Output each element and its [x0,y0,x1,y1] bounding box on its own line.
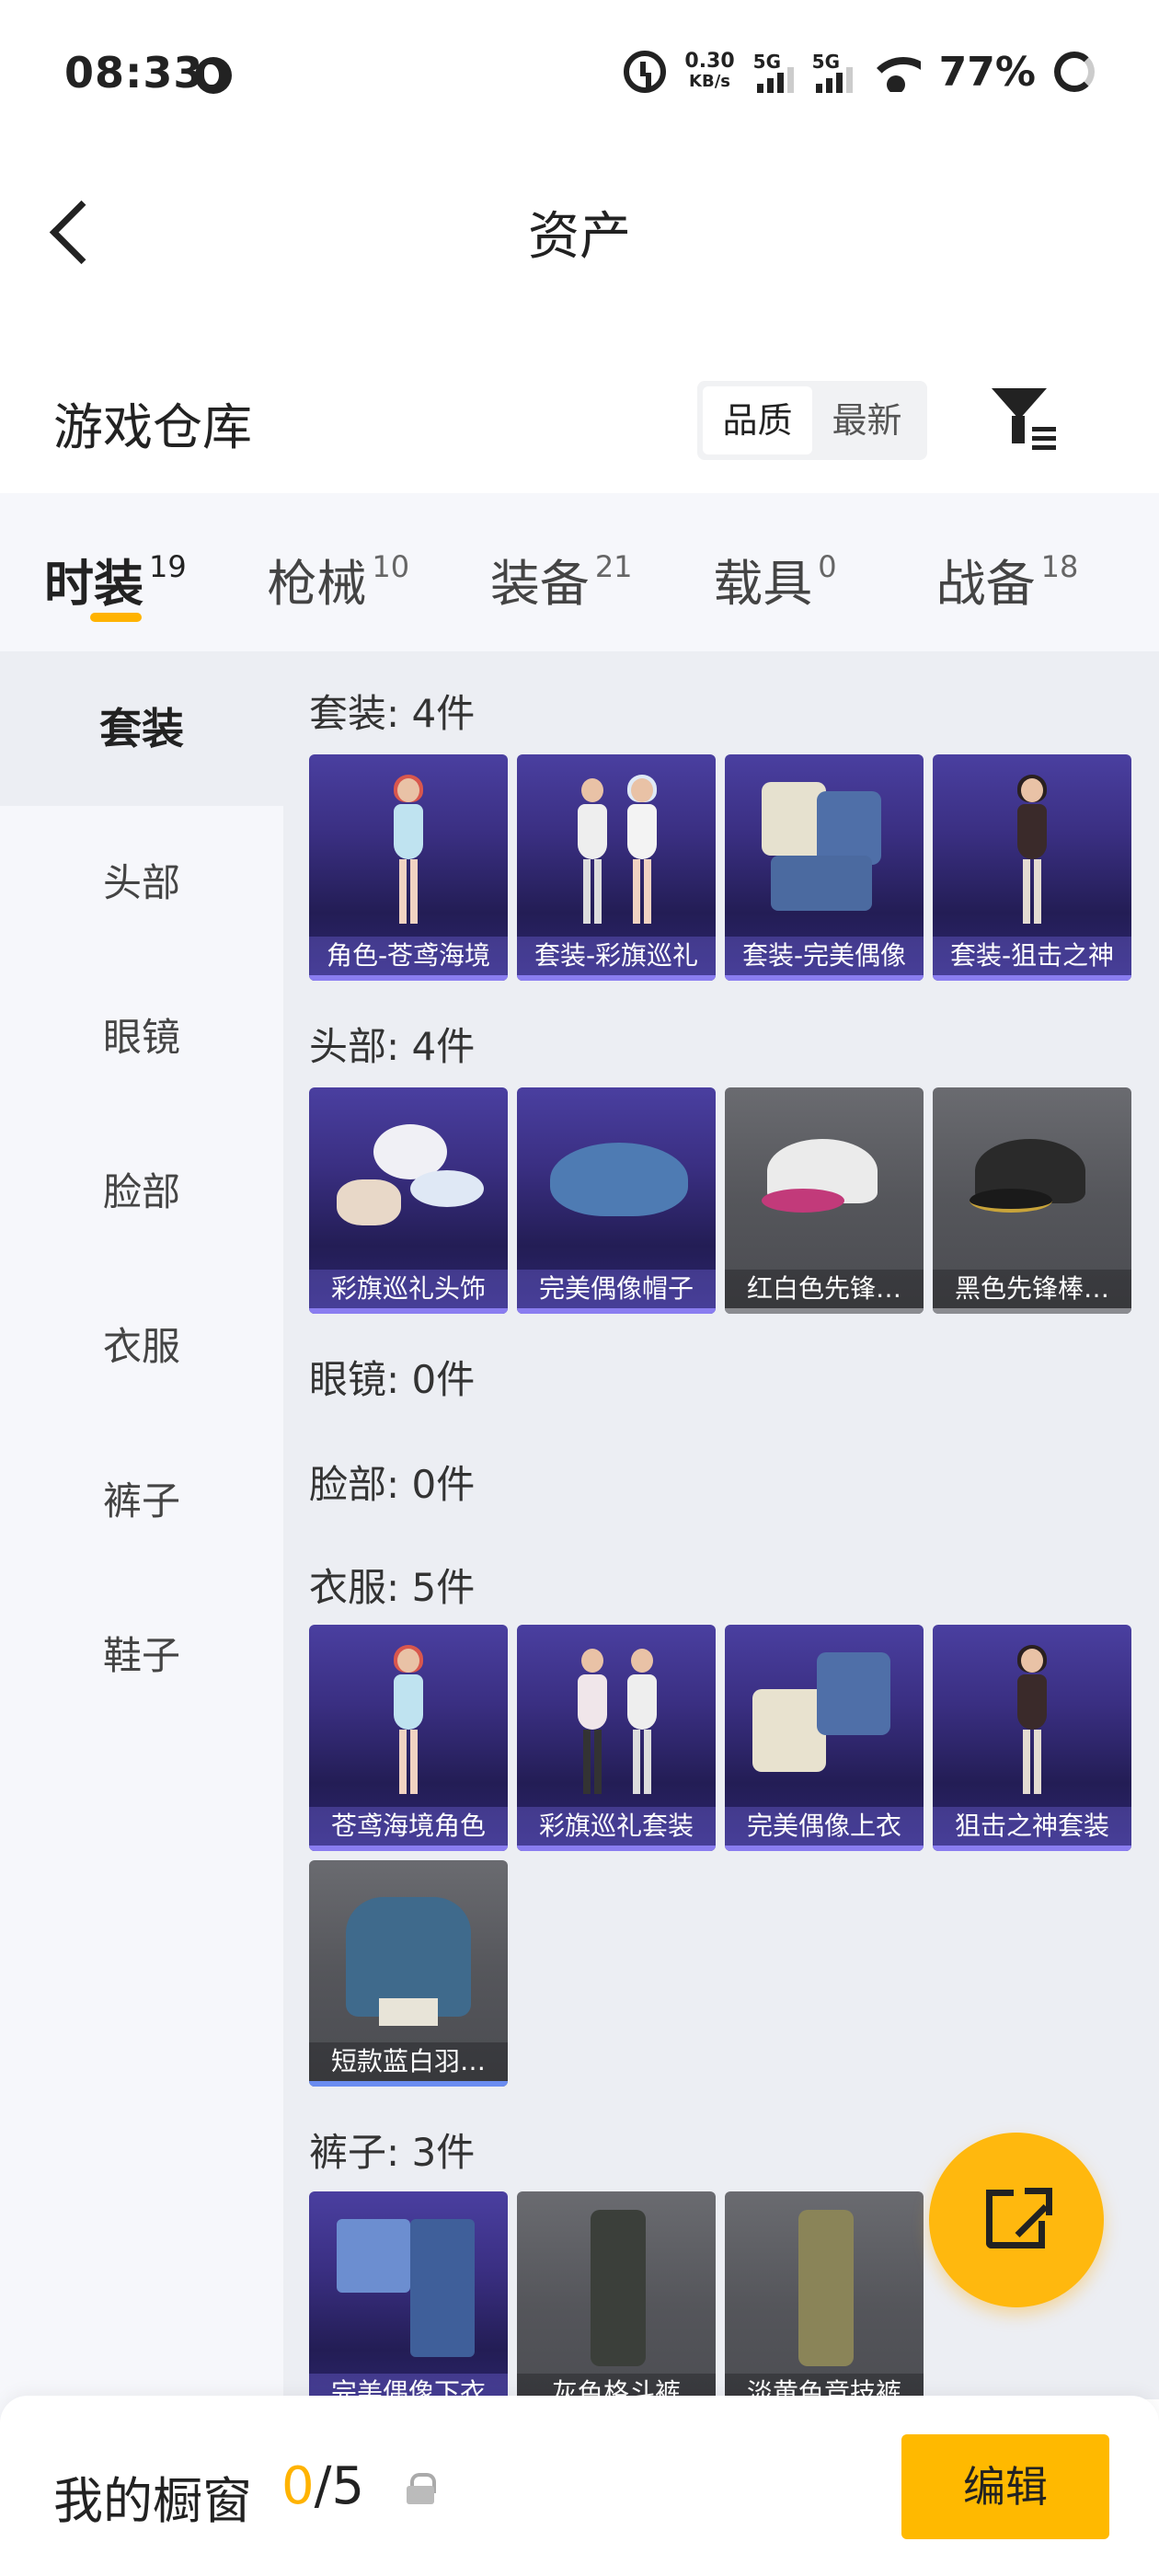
tab-fashion[interactable]: 时装 19 [44,493,267,651]
filter-icon[interactable] [990,385,1056,453]
item-card[interactable]: 短款蓝白羽… [309,1860,508,2087]
clothes-grid-row2: 短款蓝白羽… [309,1860,508,2087]
tab-underline [90,613,142,622]
signal-icon: 5G [753,51,794,93]
net-speed: 0.30 KB/s [684,50,735,92]
status-bar: 08:33 0.30 KB/s 5G 5G 77% [0,0,1159,147]
sort-newest-button[interactable]: 最新 [812,386,922,454]
globe-icon [195,57,232,94]
sort-toggle: 品质 最新 [697,381,927,460]
showcase-title: 我的橱窗 [53,2472,252,2530]
page-title: 资产 [528,207,631,267]
item-card[interactable]: 苍鸢海境角色 [309,1625,508,1851]
item-card[interactable]: 完美偶像帽子 [517,1087,716,1314]
item-card[interactable]: 淡黄色竞技裤 [725,2191,924,2399]
sort-quality-button[interactable]: 品质 [703,386,812,454]
pants-grid: 完美偶像下衣 灰色格斗裤 淡黄色竞技裤 [309,2191,924,2399]
tab-weapons[interactable]: 枪械 10 [267,493,489,651]
export-button[interactable] [929,2133,1104,2307]
side-nav: 套装 头部 眼镜 脸部 衣服 裤子 鞋子 [0,651,283,2576]
status-icons: 0.30 KB/s 5G 5G 77% [624,44,1095,99]
warehouse-title: 游戏仓库 [53,398,252,456]
alarm-icon [624,51,667,93]
section-title-clothes: 衣服: 5件 [309,1565,476,1610]
lock-icon [407,2473,436,2504]
item-card[interactable]: 套装-彩旗巡礼 [517,754,716,981]
section-title-head: 头部: 4件 [309,1024,476,1069]
item-card[interactable]: 灰色格斗裤 [517,2191,716,2399]
status-time: 08:33 [64,48,204,98]
side-item-glasses[interactable]: 眼镜 [0,960,283,1115]
item-card[interactable]: 黑色先锋棒… [933,1087,1131,1314]
head-grid: 彩旗巡礼头饰 完美偶像帽子 红白色先锋… 黑色先锋棒… [309,1087,1131,1314]
side-item-pants[interactable]: 裤子 [0,1424,283,1579]
item-card[interactable]: 红白色先锋… [725,1087,924,1314]
tab-supplies[interactable]: 战备 18 [936,493,1159,651]
item-card[interactable]: 完美偶像下衣 [309,2191,508,2399]
signal-icon-2: 5G [812,51,853,93]
side-item-shoes[interactable]: 鞋子 [0,1579,283,1733]
bottom-bar: 我的橱窗 0/5 编辑 [0,2396,1159,2576]
battery-icon [1054,52,1095,92]
tab-vehicles[interactable]: 载具 0 [713,493,935,651]
side-item-head[interactable]: 头部 [0,806,283,960]
side-item-clothes[interactable]: 衣服 [0,1270,283,1424]
asset-page: 08:33 0.30 KB/s 5G 5G 77% 资产 游戏仓库 品质 最新 … [0,0,1159,2576]
battery-level: 77% [938,48,1036,96]
section-title-pants: 裤子: 3件 [309,2130,476,2175]
side-item-suit[interactable]: 套装 [0,651,283,806]
item-card[interactable]: 彩旗巡礼头饰 [309,1087,508,1314]
tab-equipment[interactable]: 装备 21 [490,493,713,651]
side-item-face[interactable]: 脸部 [0,1115,283,1270]
wifi-icon [870,52,921,92]
item-card[interactable]: 彩旗巡礼套装 [517,1625,716,1851]
clothes-grid: 苍鸢海境角色 彩旗巡礼套装 完美偶像上衣 狙击之神套装 [309,1625,1131,1851]
item-card[interactable]: 套装-完美偶像 [725,754,924,981]
header: 资产 [0,147,1159,304]
section-title-glasses: 眼镜: 0件 [309,1357,476,1402]
item-card[interactable]: 角色-苍鸢海境 [309,754,508,981]
edit-button[interactable]: 编辑 [901,2434,1109,2539]
item-card[interactable]: 狙击之神套装 [933,1625,1131,1851]
category-tabs: 时装 19 枪械 10 装备 21 载具 0 战备 18 [0,493,1159,651]
suit-grid: 角色-苍鸢海境 套装-彩旗巡礼 套装-完美偶像 套装-狙击之神 [309,754,1131,981]
item-card[interactable]: 套装-狙击之神 [933,754,1131,981]
showcase-count: 0/5 [281,2456,365,2516]
section-title-suit: 套装: 4件 [309,691,476,736]
warehouse-row: 游戏仓库 品质 最新 [0,359,1159,478]
item-card[interactable]: 完美偶像上衣 [725,1625,924,1851]
section-title-face: 脸部: 0件 [309,1462,476,1507]
